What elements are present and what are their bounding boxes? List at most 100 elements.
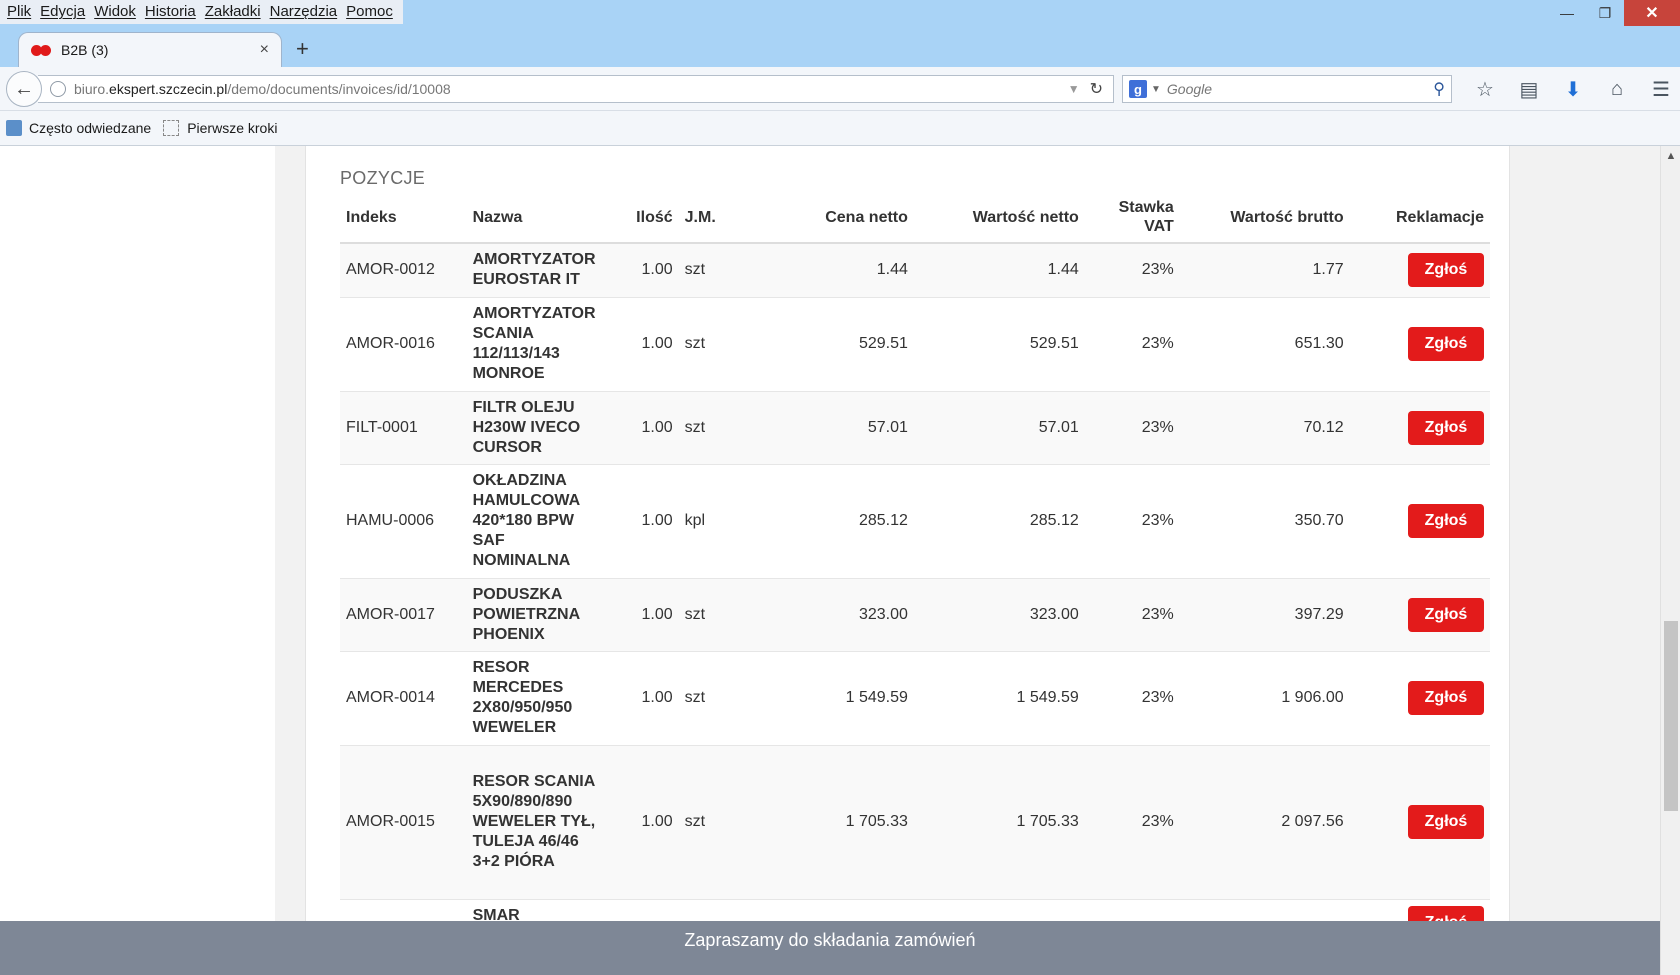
cell-unit: szt — [678, 390, 737, 464]
bookmark-pierwsze-kroki[interactable]: Pierwsze kroki — [163, 120, 277, 136]
hamburger-menu-icon[interactable]: ☰ — [1639, 77, 1680, 101]
download-arrow-icon[interactable]: ⬇ — [1551, 77, 1595, 101]
cell-net-price: 57.01 — [736, 390, 914, 464]
minimize-button[interactable]: — — [1548, 0, 1586, 26]
cell-index: AMOR-0016 — [340, 296, 467, 391]
left-pane — [0, 146, 275, 975]
cell-vat: 23% — [1084, 463, 1180, 578]
menu-narzedzia[interactable]: Narzędzia — [267, 0, 344, 24]
cell-net-value: 1 549.59 — [913, 650, 1085, 745]
arrow-left-icon: ← — [14, 77, 34, 100]
cell-gross: 651.30 — [1179, 296, 1350, 391]
table-row: HAMU-0006 OKŁADZINA HAMULCOWA 420*180 BP… — [340, 463, 1490, 578]
url-text[interactable]: biuro.ekspert.szczecin.pl/demo/documents… — [74, 81, 1068, 97]
cell-net-price: 1 549.59 — [736, 650, 914, 745]
cell-qty: 1.00 — [609, 296, 679, 391]
menu-edycja[interactable]: Edycja — [37, 0, 91, 24]
cell-vat: 23% — [1084, 390, 1180, 464]
search-input[interactable]: Google — [1167, 81, 1433, 97]
col-header-index: Indeks — [340, 192, 467, 244]
table-header-row: Indeks Nazwa Ilość J.M. Cena netto Warto… — [340, 192, 1490, 244]
tab-b2b[interactable]: B2B (3) × — [18, 32, 282, 67]
scrollbar-thumb[interactable] — [1664, 621, 1678, 811]
cell-net-value: 1 705.33 — [913, 744, 1085, 899]
cell-complaint: Zgłoś — [1349, 577, 1490, 651]
table-row: AMOR-0012 AMORTYZATOR EUROSTAR IT 1.00 s… — [340, 242, 1490, 297]
menu-pomoc[interactable]: Pomoc — [343, 0, 399, 24]
url-bar[interactable]: biuro.ekspert.szczecin.pl/demo/documents… — [38, 75, 1114, 103]
cell-unit: szt — [678, 744, 737, 899]
close-window-button[interactable]: ✕ — [1624, 0, 1680, 26]
cell-net-value: 1.44 — [913, 242, 1085, 297]
search-engine-dropdown-icon[interactable]: ▼ — [1151, 84, 1161, 95]
back-button[interactable]: ← — [6, 71, 42, 107]
chevron-down-icon[interactable]: ▼ — [1068, 82, 1080, 96]
cell-name: PODUSZKA POWIETRZNA PHOENIX — [466, 577, 610, 651]
report-button[interactable]: Zgłoś — [1408, 597, 1484, 632]
cell-name: OKŁADZINA HAMULCOWA 420*180 BPW SAF NOMI… — [466, 463, 610, 578]
bookmark-label: Pierwsze kroki — [187, 120, 278, 136]
table-row: AMOR-0015 RESOR SCANIA 5X90/890/890 WEWE… — [340, 744, 1490, 899]
menu-bar: Plik Edycja Widok Historia Zakładki Narz… — [0, 0, 403, 24]
url-prefix: biuro. — [74, 81, 110, 97]
cell-complaint: Zgłoś — [1349, 390, 1490, 464]
reload-icon[interactable]: ↻ — [1090, 79, 1103, 99]
cell-name: AMORTYZATOR SCANIA 112/113/143 MONROE — [466, 296, 610, 391]
search-bar[interactable]: g ▼ Google ⚲ — [1122, 75, 1452, 103]
vertical-scrollbar[interactable]: ▲ — [1660, 146, 1680, 975]
cell-net-value: 57.01 — [913, 390, 1085, 464]
vat-header-line1: Stawka — [1118, 199, 1174, 216]
cell-gross: 70.12 — [1179, 390, 1350, 464]
cell-gross: 2 097.56 — [1179, 744, 1350, 899]
col-header-unit: J.M. — [678, 192, 737, 244]
cell-gross: 1.77 — [1179, 242, 1350, 297]
cell-net-value: 323.00 — [913, 577, 1085, 651]
menu-zakladki[interactable]: Zakładki — [202, 0, 267, 24]
report-button[interactable]: Zgłoś — [1408, 327, 1484, 361]
cell-index: AMOR-0014 — [340, 650, 467, 745]
tab-title: B2B (3) — [61, 42, 109, 58]
magnifier-icon[interactable]: ⚲ — [1433, 79, 1445, 99]
page-viewport: POZYCJE Indeks Nazwa Ilość J.M. Cena net… — [0, 146, 1660, 975]
cell-index: AMOR-0017 — [340, 577, 467, 651]
report-button[interactable]: Zgłoś — [1408, 504, 1484, 538]
report-button[interactable]: Zgłoś — [1408, 805, 1484, 839]
star-bookmark-icon[interactable]: ☆ — [1463, 77, 1507, 101]
cell-vat: 23% — [1084, 296, 1180, 391]
report-button[interactable]: Zgłoś — [1408, 253, 1484, 288]
cell-index: AMOR-0015 — [340, 744, 467, 899]
home-icon[interactable]: ⌂ — [1595, 77, 1639, 101]
menu-plik[interactable]: Plik — [4, 0, 37, 24]
col-header-qty: Ilość — [609, 192, 679, 244]
report-button[interactable]: Zgłoś — [1408, 410, 1484, 445]
cell-unit: szt — [678, 242, 737, 297]
bookmark-label: Często odwiedzane — [29, 120, 152, 136]
url-domain: ekspert.szczecin.pl — [109, 81, 228, 97]
footer-text: Zapraszamy do składania zamówień — [684, 930, 976, 950]
bookmark-czesto-odwiedzane[interactable]: Często odwiedzane — [6, 120, 151, 136]
google-icon[interactable]: g — [1129, 80, 1147, 98]
col-header-vat: Stawka VAT — [1084, 192, 1180, 244]
table-row: FILT-0001 FILTR OLEJU H230W IVECO CURSOR… — [340, 390, 1490, 464]
col-header-net-price: Cena netto — [736, 192, 914, 244]
footer-banner: Zapraszamy do składania zamówień — [0, 921, 1660, 975]
globe-icon — [50, 81, 66, 97]
cell-qty: 1.00 — [609, 650, 679, 745]
report-button[interactable]: Zgłoś — [1408, 681, 1484, 715]
cell-index: FILT-0001 — [340, 390, 467, 464]
cell-complaint: Zgłoś — [1349, 463, 1490, 578]
new-tab-button[interactable]: + — [296, 36, 309, 62]
cell-unit: szt — [678, 296, 737, 391]
cell-gross: 350.70 — [1179, 463, 1350, 578]
menu-widok[interactable]: Widok — [91, 0, 142, 24]
tab-close-icon[interactable]: × — [260, 41, 269, 59]
cell-unit: szt — [678, 577, 737, 651]
restore-button[interactable]: ❐ — [1586, 0, 1624, 26]
clipboard-icon[interactable]: ▤ — [1507, 77, 1551, 101]
menu-historia[interactable]: Historia — [142, 0, 202, 24]
cell-complaint: Zgłoś — [1349, 242, 1490, 297]
scroll-up-arrow-icon[interactable]: ▲ — [1661, 150, 1680, 162]
cell-qty: 1.00 — [609, 463, 679, 578]
table-row: AMOR-0016 AMORTYZATOR SCANIA 112/113/143… — [340, 296, 1490, 391]
table-row: AMOR-0014 RESOR MERCEDES 2X80/950/950 WE… — [340, 650, 1490, 745]
